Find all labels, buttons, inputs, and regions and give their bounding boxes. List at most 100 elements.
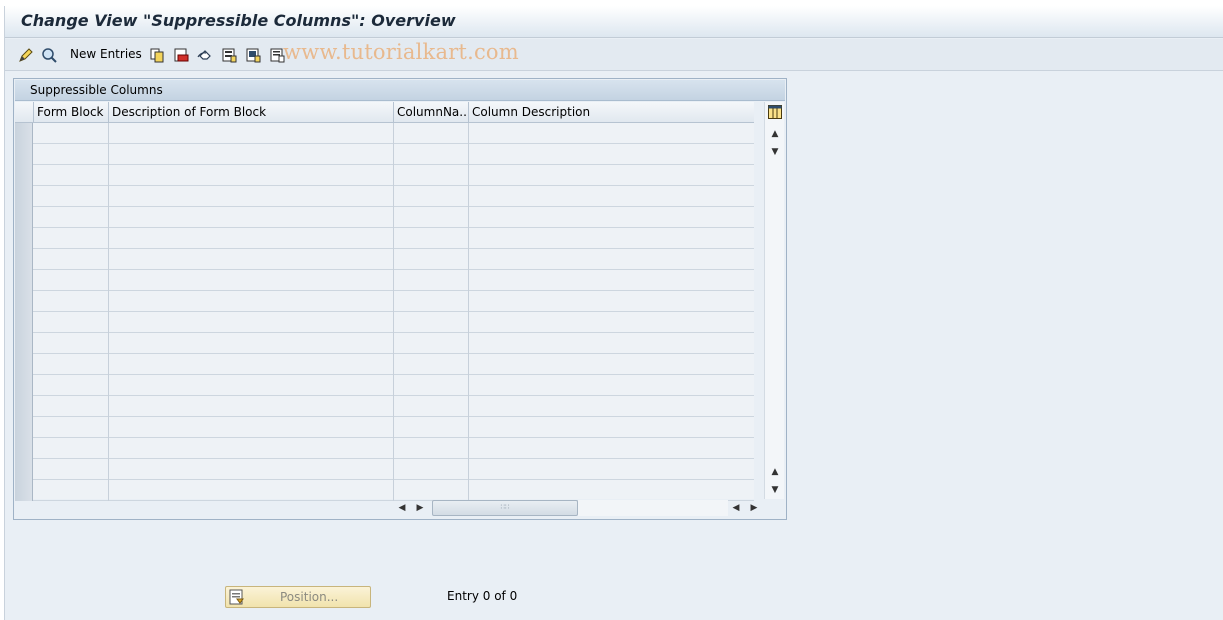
row-selector[interactable]: [15, 459, 33, 480]
table-cell[interactable]: [109, 396, 394, 417]
table-cell[interactable]: [34, 165, 109, 186]
table-cell[interactable]: [469, 144, 754, 165]
table-cell[interactable]: [469, 438, 754, 459]
table-cell[interactable]: [394, 291, 469, 312]
table-cell[interactable]: [109, 249, 394, 270]
row-selector[interactable]: [15, 249, 33, 270]
table-cell[interactable]: [34, 396, 109, 417]
table-cell[interactable]: [394, 354, 469, 375]
table-cell[interactable]: [469, 333, 754, 354]
scroll-far-left-icon[interactable]: ◀: [730, 502, 742, 514]
row-selector[interactable]: [15, 354, 33, 375]
table-cell[interactable]: [34, 438, 109, 459]
table-cell[interactable]: [394, 438, 469, 459]
table-cell[interactable]: [394, 186, 469, 207]
table-cell[interactable]: [109, 375, 394, 396]
table-cell[interactable]: [469, 207, 754, 228]
delete-icon[interactable]: [172, 46, 190, 64]
table-cell[interactable]: [469, 459, 754, 480]
table-settings-icon[interactable]: [768, 105, 782, 119]
row-selector[interactable]: [15, 270, 33, 291]
scroll-right-icon[interactable]: ▶: [414, 502, 426, 514]
scroll-down-icon[interactable]: ▲: [769, 466, 781, 478]
horizontal-scrollbar[interactable]: ◀ ▶ ∷∷ ◀ ▶: [394, 499, 764, 517]
table-cell[interactable]: [109, 270, 394, 291]
table-cell[interactable]: [469, 123, 754, 144]
table-cell[interactable]: [109, 480, 394, 501]
table-cell[interactable]: [469, 291, 754, 312]
position-button[interactable]: Position...: [225, 586, 371, 608]
table-cell[interactable]: [34, 270, 109, 291]
row-selector[interactable]: [15, 207, 33, 228]
table-cell[interactable]: [109, 459, 394, 480]
table-cell[interactable]: [469, 186, 754, 207]
table-cell[interactable]: [394, 396, 469, 417]
new-entries-button[interactable]: New Entries: [70, 47, 142, 61]
table-cell[interactable]: [469, 270, 754, 291]
table-cell[interactable]: [394, 375, 469, 396]
table-cell[interactable]: [394, 123, 469, 144]
table-cell[interactable]: [469, 249, 754, 270]
row-selector[interactable]: [15, 123, 33, 144]
find-icon[interactable]: [40, 46, 58, 64]
horizontal-scroll-thumb[interactable]: ∷∷: [432, 500, 578, 516]
table-cell[interactable]: [469, 375, 754, 396]
table-cell[interactable]: [34, 417, 109, 438]
table-cell[interactable]: [34, 291, 109, 312]
vertical-scrollbar[interactable]: ▲ ▼ ▲ ▼: [764, 102, 784, 499]
table-cell[interactable]: [469, 312, 754, 333]
table-cell[interactable]: [469, 417, 754, 438]
copy-as-icon[interactable]: [148, 46, 166, 64]
table-cell[interactable]: [469, 480, 754, 501]
table-cell[interactable]: [109, 228, 394, 249]
select-all-icon[interactable]: [220, 46, 238, 64]
table-cell[interactable]: [109, 291, 394, 312]
table-cell[interactable]: [109, 207, 394, 228]
scroll-page-up-icon[interactable]: ▲: [769, 128, 781, 140]
table-cell[interactable]: [34, 354, 109, 375]
table-cell[interactable]: [469, 228, 754, 249]
table-cell[interactable]: [394, 270, 469, 291]
table-cell[interactable]: [394, 333, 469, 354]
table-cell[interactable]: [109, 312, 394, 333]
column-header-description-form-block[interactable]: Description of Form Block: [109, 102, 394, 123]
column-header-column-name[interactable]: ColumnNa...: [394, 102, 469, 123]
column-header-form-block[interactable]: Form Block: [34, 102, 109, 123]
table-cell[interactable]: [109, 438, 394, 459]
scroll-far-right-icon[interactable]: ▶: [748, 502, 760, 514]
row-selector[interactable]: [15, 312, 33, 333]
row-selector[interactable]: [15, 228, 33, 249]
table-cell[interactable]: [394, 144, 469, 165]
table-cell[interactable]: [394, 480, 469, 501]
table-cell[interactable]: [469, 165, 754, 186]
row-selector[interactable]: [15, 291, 33, 312]
table-cell[interactable]: [394, 417, 469, 438]
table-cell[interactable]: [109, 144, 394, 165]
table-cell[interactable]: [394, 207, 469, 228]
row-selector[interactable]: [15, 417, 33, 438]
table-cell[interactable]: [34, 249, 109, 270]
table-cell[interactable]: [34, 312, 109, 333]
row-selector[interactable]: [15, 165, 33, 186]
display-change-icon[interactable]: [17, 46, 35, 64]
select-block-icon[interactable]: [244, 46, 262, 64]
table-cell[interactable]: [109, 417, 394, 438]
row-selector[interactable]: [15, 396, 33, 417]
table-cell[interactable]: [34, 459, 109, 480]
row-selector[interactable]: [15, 480, 33, 501]
table-cell[interactable]: [394, 459, 469, 480]
scroll-left-icon[interactable]: ◀: [396, 502, 408, 514]
table-cell[interactable]: [109, 333, 394, 354]
table-cell[interactable]: [34, 123, 109, 144]
table-cell[interactable]: [34, 186, 109, 207]
row-selector[interactable]: [15, 186, 33, 207]
table-cell[interactable]: [394, 165, 469, 186]
undo-change-icon[interactable]: [196, 46, 214, 64]
scroll-up-icon[interactable]: ▼: [769, 146, 781, 158]
select-all-rows-corner[interactable]: [15, 102, 34, 123]
horizontal-scroll-track[interactable]: [578, 500, 728, 516]
table-cell[interactable]: [109, 165, 394, 186]
scroll-page-down-icon[interactable]: ▼: [769, 484, 781, 496]
table-cell[interactable]: [34, 333, 109, 354]
table-cell[interactable]: [34, 375, 109, 396]
